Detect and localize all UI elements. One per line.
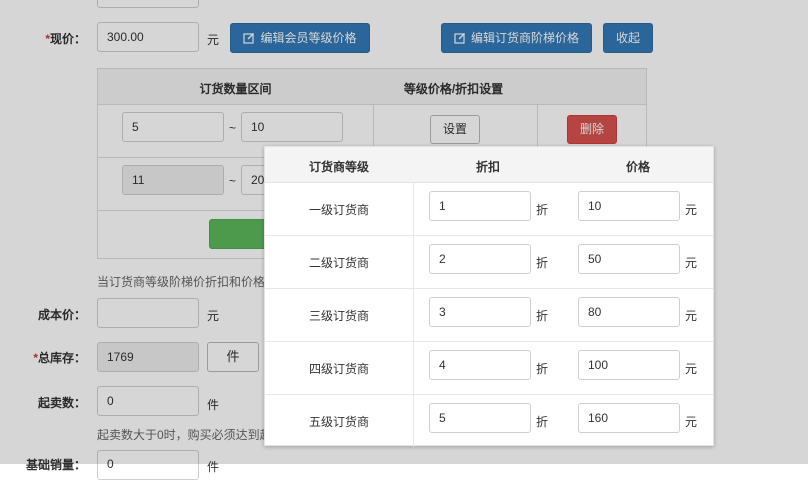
- discount-unit: 折: [536, 256, 549, 270]
- discount-input[interactable]: 4: [429, 350, 531, 380]
- discount-input[interactable]: 5: [429, 403, 531, 433]
- popup-header-level: 订货商等级: [308, 160, 369, 174]
- popup-header: 订货商等级 折扣 价格: [265, 147, 713, 183]
- price-input[interactable]: 50: [578, 244, 680, 274]
- distributor-level: 二级订货商: [308, 256, 369, 270]
- popup-row: 一级订货商 1 折 10 元: [265, 182, 713, 236]
- distributor-price-popup: 订货商等级 折扣 价格 一级订货商 1 折 10 元 二级订货商 2 折 50 …: [264, 146, 714, 447]
- distributor-level: 五级订货商: [308, 415, 369, 429]
- discount-unit: 折: [536, 362, 549, 376]
- price-input[interactable]: 100: [578, 350, 680, 380]
- price-unit: 元: [685, 256, 698, 270]
- price-input[interactable]: 160: [578, 403, 680, 433]
- popup-row: 三级订货商 3 折 80 元: [265, 288, 713, 342]
- price-unit: 元: [685, 362, 698, 376]
- price-input[interactable]: 80: [578, 297, 680, 327]
- distributor-level: 四级订货商: [308, 362, 369, 376]
- price-unit: 元: [685, 415, 698, 429]
- popup-header-price: 价格: [625, 160, 650, 174]
- price-unit: 元: [685, 309, 698, 323]
- popup-col-divider: [413, 288, 414, 341]
- discount-unit: 折: [536, 415, 549, 429]
- discount-unit: 折: [536, 309, 549, 323]
- discount-input[interactable]: 3: [429, 297, 531, 327]
- popup-col-divider: [413, 182, 414, 235]
- discount-unit: 折: [536, 203, 549, 217]
- distributor-level: 三级订货商: [308, 309, 369, 323]
- price-input[interactable]: 10: [578, 191, 680, 221]
- popup-row: 五级订货商 5 折 160 元: [265, 394, 713, 447]
- popup-header-discount: 折扣: [475, 160, 500, 174]
- discount-input[interactable]: 2: [429, 244, 531, 274]
- popup-col-divider: [413, 341, 414, 394]
- distributor-level: 一级订货商: [308, 203, 369, 217]
- popup-col-divider: [413, 235, 414, 288]
- popup-row: 二级订货商 2 折 50 元: [265, 235, 713, 289]
- price-unit: 元: [685, 203, 698, 217]
- popup-col-divider: [413, 394, 414, 447]
- discount-input[interactable]: 1: [429, 191, 531, 221]
- popup-row: 四级订货商 4 折 100 元: [265, 341, 713, 395]
